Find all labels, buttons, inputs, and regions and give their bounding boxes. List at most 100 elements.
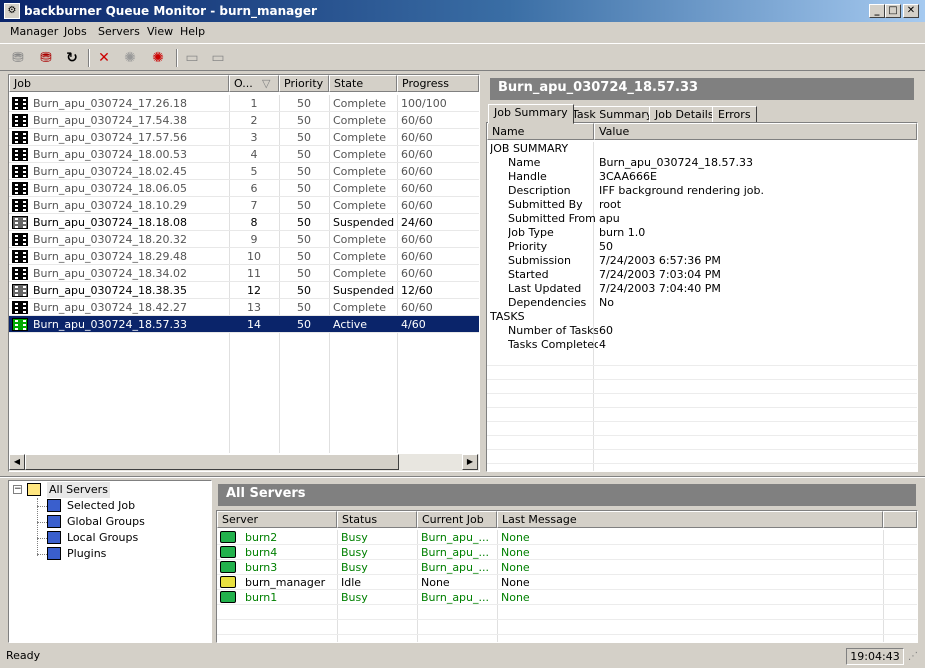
disconnect-icon[interactable]: ⛃ bbox=[36, 48, 56, 68]
menu-manager[interactable]: Manager bbox=[10, 25, 58, 38]
job-row[interactable]: Burn_apu_030724_18.18.08 8 50 Suspended 24/6… bbox=[9, 214, 479, 231]
server-row[interactable]: burn4 Busy Burn_apu_... None bbox=[217, 545, 917, 560]
job-row[interactable]: Burn_apu_030724_17.26.18 1 50 Complete 100/1… bbox=[9, 95, 479, 112]
summary-value: 50 bbox=[599, 240, 613, 253]
job-order: 10 bbox=[247, 250, 261, 263]
delete-job-icon[interactable]: ✕ bbox=[94, 48, 114, 68]
menu-help[interactable]: Help bbox=[180, 25, 205, 38]
splitter[interactable] bbox=[0, 476, 925, 478]
detail-title: Burn_apu_030724_18.57.33 bbox=[490, 78, 914, 100]
job-row[interactable]: Burn_apu_030724_18.34.02 11 50 Complete 60/6… bbox=[9, 265, 479, 282]
film-hole bbox=[15, 171, 18, 173]
job-film-icon bbox=[12, 318, 28, 331]
tree-local-groups[interactable]: Local Groups bbox=[67, 530, 138, 546]
col-job[interactable]: Job bbox=[9, 75, 229, 92]
summary-row: Dependencies No bbox=[487, 296, 917, 310]
summary-name: Handle bbox=[508, 170, 547, 183]
minimize-button[interactable]: _ bbox=[869, 4, 885, 18]
job-progress: 24/60 bbox=[401, 216, 433, 229]
col-name[interactable]: Name bbox=[487, 123, 594, 140]
col-server[interactable]: Server bbox=[217, 511, 337, 528]
job-film-icon bbox=[12, 267, 28, 280]
scroll-right-icon[interactable]: ▶ bbox=[462, 454, 478, 470]
job-row[interactable]: Burn_apu_030724_18.20.32 9 50 Complete 60/60 bbox=[9, 231, 479, 248]
tree-branch-line bbox=[37, 554, 47, 555]
scroll-left-icon[interactable]: ◀ bbox=[9, 454, 25, 470]
col-progress[interactable]: Progress bbox=[397, 75, 479, 92]
job-name: Burn_apu_030724_18.02.45 bbox=[33, 165, 187, 178]
server-row[interactable]: burn3 Busy Burn_apu_... None bbox=[217, 560, 917, 575]
tree-all-servers[interactable]: All Servers bbox=[47, 482, 110, 498]
job-priority: 50 bbox=[297, 267, 311, 280]
tree-selected-job[interactable]: Selected Job bbox=[67, 498, 135, 514]
col-status[interactable]: Status bbox=[337, 511, 417, 528]
job-row[interactable]: Burn_apu_030724_18.10.29 7 50 Complete 60/60 bbox=[9, 197, 479, 214]
job-row[interactable]: Burn_apu_030724_17.57.56 3 50 Complete 60/60 bbox=[9, 129, 479, 146]
maximize-button[interactable]: □ bbox=[885, 4, 901, 18]
summary-value: root bbox=[599, 198, 622, 211]
summary-row: Priority 50 bbox=[487, 240, 917, 254]
menu-servers[interactable]: Servers bbox=[98, 25, 140, 38]
job-state: Complete bbox=[333, 97, 387, 110]
empty-row-line bbox=[487, 463, 917, 464]
menu-jobs[interactable]: Jobs bbox=[64, 25, 87, 38]
job-row[interactable]: Burn_apu_030724_18.06.05 6 50 Complete 60/60 bbox=[9, 180, 479, 197]
server-deactivate-icon[interactable]: ▭ bbox=[208, 48, 228, 68]
servers-table: Server Status Current Job Last Message b… bbox=[216, 510, 918, 643]
film-hole bbox=[15, 120, 18, 122]
server-last-message: None bbox=[501, 531, 530, 544]
connect-icon[interactable]: ⛃ bbox=[8, 48, 28, 68]
job-row[interactable]: Burn_apu_030724_17.54.38 2 50 Complete 60/60 bbox=[9, 112, 479, 129]
refresh-icon[interactable]: ↻ bbox=[62, 48, 82, 68]
col-current-job[interactable]: Current Job bbox=[417, 511, 497, 528]
job-priority: 50 bbox=[297, 216, 311, 229]
col-order[interactable]: O... ▽ bbox=[229, 75, 279, 92]
film-hole bbox=[23, 218, 26, 220]
server-last-message: None bbox=[501, 576, 530, 589]
servers-title: All Servers bbox=[218, 484, 916, 506]
close-button[interactable]: ✕ bbox=[903, 4, 919, 18]
horizontal-scrollbar[interactable]: ◀ ▶ bbox=[9, 454, 479, 471]
col-priority[interactable]: Priority bbox=[279, 75, 329, 92]
job-order: 7 bbox=[250, 199, 258, 212]
job-progress: 100/100 bbox=[401, 97, 447, 110]
empty-row-line bbox=[487, 365, 917, 366]
tab-job-summary[interactable]: Job Summary bbox=[488, 104, 574, 124]
server-row[interactable]: burn1 Busy Burn_apu_... None bbox=[217, 590, 917, 605]
resize-grip-icon[interactable]: ⋰ bbox=[908, 651, 918, 662]
job-state: Complete bbox=[333, 165, 387, 178]
menu-view[interactable]: View bbox=[147, 25, 173, 38]
server-rows: burn2 Busy Burn_apu_... None burn4 Busy Burn_a… bbox=[217, 530, 917, 642]
tree-global-groups[interactable]: Global Groups bbox=[67, 514, 145, 530]
job-row[interactable]: Burn_apu_030724_18.02.45 5 50 Complete 60/60 bbox=[9, 163, 479, 180]
col-value[interactable]: Value bbox=[594, 123, 917, 140]
job-row[interactable]: Burn_apu_030724_18.42.27 13 50 Complete 60/6… bbox=[9, 299, 479, 316]
job-progress: 60/60 bbox=[401, 148, 433, 161]
collapse-toggle[interactable]: − bbox=[13, 485, 22, 494]
activate-job-icon[interactable]: ✺ bbox=[120, 48, 140, 68]
job-row[interactable]: Burn_apu_030724_18.38.35 12 50 Suspended 12/… bbox=[9, 282, 479, 299]
job-row[interactable]: Burn_apu_030724_18.00.53 4 50 Complete 60/60 bbox=[9, 146, 479, 163]
server-current-job: Burn_apu_... bbox=[421, 591, 490, 604]
tree-plugins[interactable]: Plugins bbox=[67, 546, 106, 562]
film-hole bbox=[23, 99, 26, 101]
server-activate-icon[interactable]: ▭ bbox=[182, 48, 202, 68]
film-hole bbox=[15, 201, 18, 203]
job-row[interactable]: Burn_apu_030724_18.29.48 10 50 Complete 60/6… bbox=[9, 248, 479, 265]
server-row[interactable]: burn2 Busy Burn_apu_... None bbox=[217, 530, 917, 545]
col-last-message[interactable]: Last Message bbox=[497, 511, 883, 528]
suspend-job-icon[interactable]: ✺ bbox=[148, 48, 168, 68]
server-busy-icon bbox=[220, 546, 236, 558]
film-hole bbox=[15, 294, 18, 296]
film-hole bbox=[23, 133, 26, 135]
job-row[interactable]: Burn_apu_030724_18.57.33 14 50 Active 4/60 bbox=[9, 316, 479, 333]
job-progress: 12/60 bbox=[401, 284, 433, 297]
server-row[interactable]: burn_manager Idle None None bbox=[217, 575, 917, 590]
col-state[interactable]: State bbox=[329, 75, 397, 92]
job-name: Burn_apu_030724_18.34.02 bbox=[33, 267, 187, 280]
empty-row-line bbox=[217, 619, 917, 620]
scroll-thumb[interactable] bbox=[25, 454, 399, 470]
film-hole bbox=[23, 116, 26, 118]
film-hole bbox=[15, 235, 18, 237]
film-hole bbox=[15, 328, 18, 330]
